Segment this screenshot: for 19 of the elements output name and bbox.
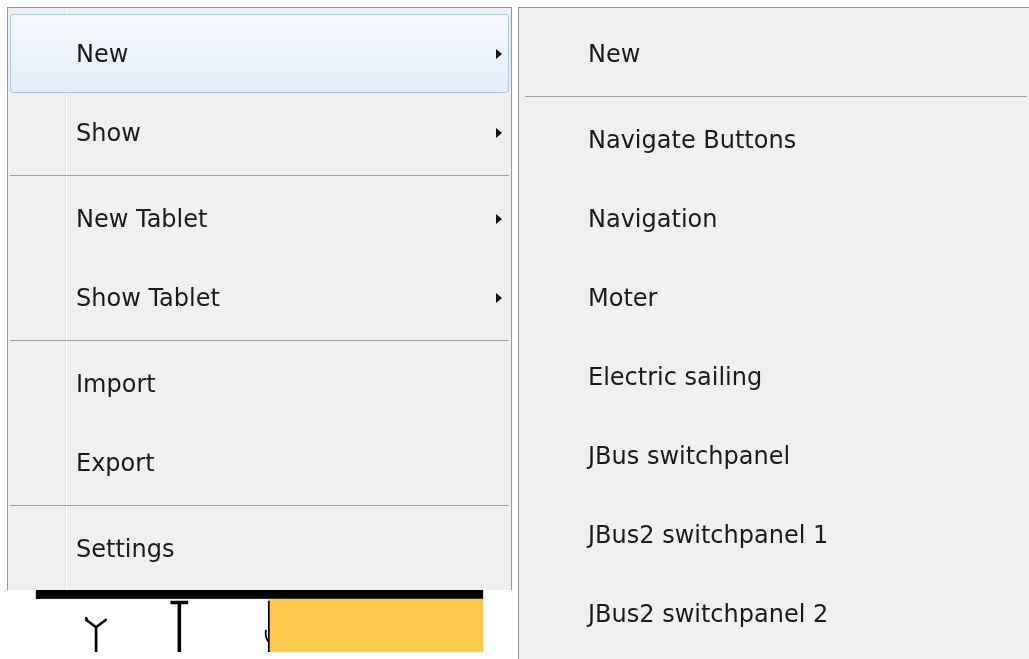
menu-item[interactable]: Show xyxy=(10,93,509,172)
submenu-arrow-icon xyxy=(496,48,502,59)
menu-item[interactable]: JBus2 switchpanel 1 xyxy=(521,495,1027,574)
menu-item[interactable]: New Tablet xyxy=(10,179,509,258)
menu-item[interactable]: Export xyxy=(10,423,509,502)
submenu-arrow-icon xyxy=(496,292,502,303)
menu-item[interactable]: Import xyxy=(10,344,509,423)
menu-item[interactable]: New xyxy=(521,14,1027,93)
menu-item[interactable]: Electric sailing xyxy=(521,337,1027,416)
menu-item[interactable]: Navigation xyxy=(521,179,1027,258)
submenu-arrow-icon xyxy=(496,213,502,224)
menu-item[interactable]: JBus switchpanel xyxy=(521,416,1027,495)
menu-item[interactable]: JBus2 switchpanel 2 xyxy=(521,574,1027,653)
menu-item[interactable]: Navigate Buttons xyxy=(521,100,1027,179)
submenu-arrow-icon xyxy=(496,127,502,138)
menu-item[interactable]: Show Tablet xyxy=(10,258,509,337)
menu-item[interactable]: Moter xyxy=(521,258,1027,337)
menu-item[interactable]: New xyxy=(10,14,509,93)
menu-item[interactable]: Settings xyxy=(10,509,509,588)
